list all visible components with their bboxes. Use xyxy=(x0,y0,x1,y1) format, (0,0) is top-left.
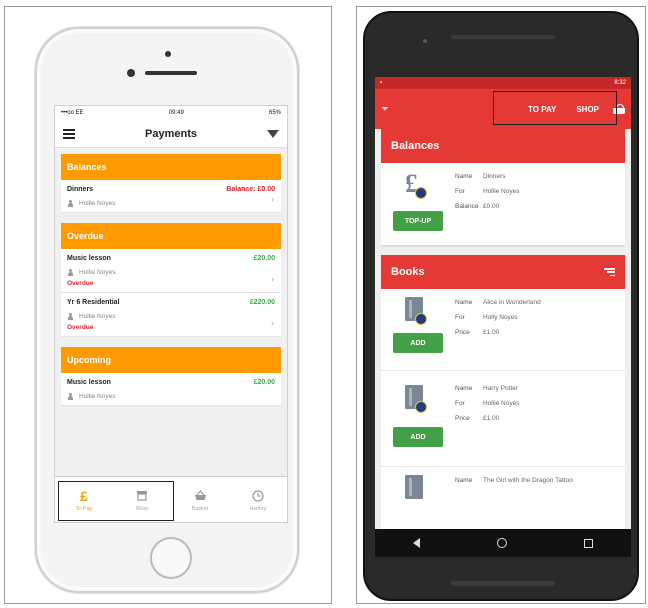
section-overdue: Overdue Music lesson £20.00 Hollie Noyes … xyxy=(61,223,281,337)
back-icon[interactable] xyxy=(413,538,421,548)
list-item: £ Name Dinners For Hollie Noyes Balance £0.… xyxy=(381,163,625,245)
ios-screen: •••oo EE 09:49 65% Payments Balances Din… xyxy=(54,105,288,523)
pound-icon: £ xyxy=(405,169,427,199)
book-icon xyxy=(405,475,427,503)
school-crest-icon xyxy=(415,187,427,199)
overdue-label: Overdue xyxy=(67,280,94,287)
android-screenshot-panel: ▪ 8:32 ⏷ TO PAY SHOP Balances £ Name Din… xyxy=(356,6,646,604)
list-item[interactable]: Yr 6 Residential £220.00 Hollie Noyes Ove… xyxy=(61,293,281,337)
list-item[interactable]: Dinners Balance: £0.00 Hollie Noyes › xyxy=(61,180,281,213)
person-icon xyxy=(67,269,74,276)
battery-text: 65% xyxy=(268,110,281,116)
home-icon[interactable] xyxy=(496,538,507,548)
item-amount: £20.00 xyxy=(253,255,275,262)
item-person: Hollie Noyes xyxy=(79,313,116,320)
section-upcoming: Upcoming Music lesson £20.00 Hollie Noyes xyxy=(61,347,281,406)
history-icon xyxy=(252,488,264,504)
list-item[interactable]: Music lesson £20.00 Hollie Noyes xyxy=(61,373,281,406)
book-icon xyxy=(405,297,427,325)
filter-icon[interactable]: ⏷ xyxy=(381,104,389,115)
item-name: Yr 6 Residential xyxy=(67,299,120,306)
list-item: Name Harry Potter For Hollie Noyes Price £1… xyxy=(381,371,625,467)
section-books: Books Name Alice in Wonderland For Holly N… xyxy=(381,255,625,529)
item-person: Hollie Noyes xyxy=(79,393,116,400)
page-title: Payments xyxy=(145,127,197,140)
list-item: Name The Girl with the Dragon Tattoo xyxy=(381,467,625,529)
tab-label: Basket xyxy=(191,505,209,512)
filter-icon[interactable] xyxy=(266,129,279,138)
payments-list: Balances Dinners Balance: £0.00 Hollie No… xyxy=(55,148,287,476)
camera-dot xyxy=(165,51,171,57)
item-details: Name Dinners For Hollie Noyes Balance £0.00 xyxy=(455,173,520,210)
person-icon xyxy=(67,393,74,400)
recents-icon[interactable] xyxy=(583,538,593,548)
list-item[interactable]: Music lesson £20.00 Hollie Noyes Overdue … xyxy=(61,249,281,293)
add-button[interactable]: ADD xyxy=(393,333,443,353)
filter-icon[interactable] xyxy=(604,268,615,276)
section-balances: Balances £ Name Dinners For Hollie Noyes B… xyxy=(381,129,625,245)
earpiece-speaker xyxy=(145,71,197,75)
item-amount: Balance: £0.00 xyxy=(226,186,275,193)
clock-text: 09:49 xyxy=(168,110,184,116)
android-device: ▪ 8:32 ⏷ TO PAY SHOP Balances £ Name Din… xyxy=(363,11,639,601)
earpiece-speaker xyxy=(451,35,555,39)
person-icon xyxy=(67,313,74,320)
item-amount: £220.00 xyxy=(249,299,275,306)
item-name: Music lesson xyxy=(67,379,111,386)
item-name: Dinners xyxy=(67,186,94,193)
shop-list: Balances £ Name Dinners For Hollie Noyes B… xyxy=(381,129,625,529)
home-button[interactable] xyxy=(150,537,192,579)
top-up-button[interactable]: TOP-UP xyxy=(393,211,443,231)
annotation-highlight-box xyxy=(493,91,617,125)
book-icon xyxy=(405,385,427,413)
section-header: Overdue xyxy=(61,223,281,249)
chevron-right-icon: › xyxy=(271,194,274,204)
school-crest-icon xyxy=(415,401,427,413)
front-camera xyxy=(423,39,427,43)
item-details: Name The Girl with the Dragon Tattoo xyxy=(455,477,573,484)
section-header: Books xyxy=(381,255,625,289)
android-navigation-bar xyxy=(375,529,631,557)
bottom-speaker xyxy=(451,581,555,586)
basket-icon xyxy=(194,488,207,504)
section-header: Upcoming xyxy=(61,347,281,373)
school-crest-icon xyxy=(415,313,427,325)
iphone-screenshot-panel: •••oo EE 09:49 65% Payments Balances Din… xyxy=(4,6,332,604)
item-details: Name Harry Potter For Hollie Noyes Price £1… xyxy=(455,385,520,422)
chevron-right-icon: › xyxy=(271,274,274,284)
tab-basket[interactable]: Basket xyxy=(171,477,229,522)
item-amount: £20.00 xyxy=(253,379,275,386)
tab-label: History xyxy=(249,505,267,512)
item-details: Name Alice in Wonderland For Holly Noyes P… xyxy=(455,299,541,336)
clock-text: 8:32 xyxy=(614,80,626,86)
section-header: Balances xyxy=(381,129,625,163)
list-item: Name Alice in Wonderland For Holly Noyes P… xyxy=(381,289,625,371)
item-person: Hollie Noyes xyxy=(79,269,116,276)
iphone-device: •••oo EE 09:49 65% Payments Balances Din… xyxy=(35,27,299,593)
person-icon xyxy=(67,200,74,207)
android-status-bar: ▪ 8:32 xyxy=(375,77,631,89)
ios-status-bar: •••oo EE 09:49 65% xyxy=(55,106,287,120)
item-name: Music lesson xyxy=(67,255,111,262)
hamburger-menu-icon[interactable] xyxy=(63,128,75,139)
overdue-label: Overdue xyxy=(67,324,94,331)
ios-navigation-bar: Payments xyxy=(55,120,287,148)
tab-history[interactable]: History xyxy=(229,477,287,522)
annotation-highlight-box xyxy=(58,481,174,521)
chevron-right-icon: › xyxy=(271,318,274,328)
item-person: Hollie Noyes xyxy=(79,200,116,207)
android-screen: ▪ 8:32 ⏷ TO PAY SHOP Balances £ Name Din… xyxy=(375,77,631,557)
section-balances: Balances Dinners Balance: £0.00 Hollie No… xyxy=(61,154,281,213)
add-button[interactable]: ADD xyxy=(393,427,443,447)
section-header: Balances xyxy=(61,154,281,180)
carrier-text: •••oo EE xyxy=(61,110,84,116)
notification-icon: ▪ xyxy=(380,80,383,86)
front-camera xyxy=(127,69,135,77)
